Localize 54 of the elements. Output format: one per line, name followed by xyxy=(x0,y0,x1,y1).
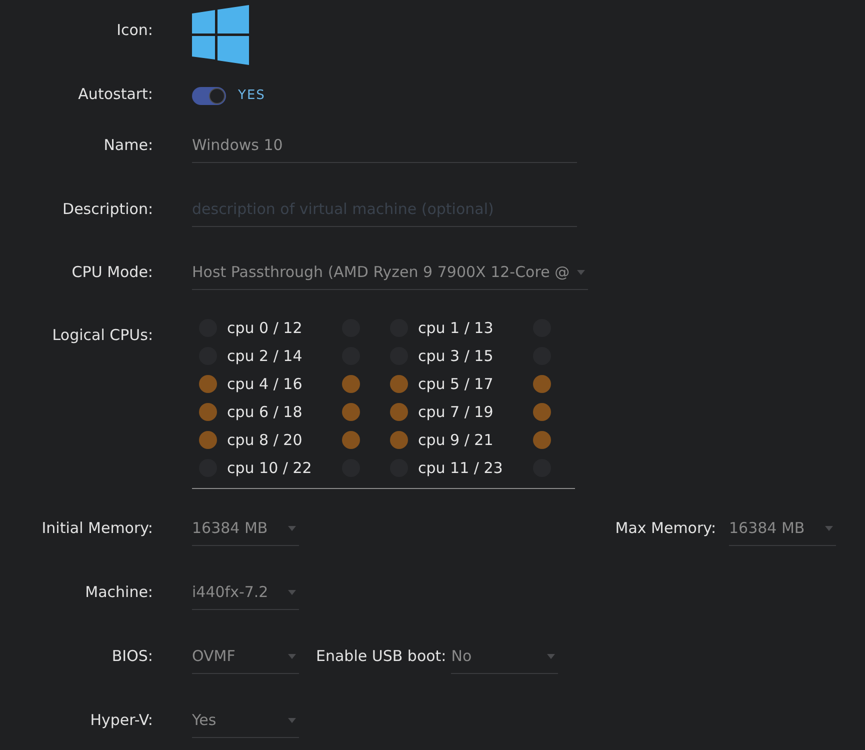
usb-boot-select[interactable]: No xyxy=(451,639,558,674)
cpu-label: cpu 7 / 19 xyxy=(418,403,494,421)
caret-icon xyxy=(288,590,296,594)
machine-label: Machine: xyxy=(84,582,153,601)
name-label: Name: xyxy=(102,135,153,154)
cpu-label: cpu 2 / 14 xyxy=(227,347,304,365)
max-memory-label: Max Memory: xyxy=(615,518,716,537)
cpu-checkbox[interactable] xyxy=(390,431,408,449)
description-label: Description: xyxy=(62,199,153,218)
cpu-checkbox[interactable] xyxy=(199,403,217,421)
cpu-label: cpu 5 / 17 xyxy=(418,375,494,393)
window-logo-icon[interactable] xyxy=(192,5,249,65)
cpu-checkbox[interactable] xyxy=(199,431,217,449)
cpu-mode-select[interactable]: Host Passthrough (AMD Ryzen 9 7900X 12-Core @ xyxy=(192,255,588,290)
initial-memory-select[interactable]: 16384 MB xyxy=(192,511,299,546)
machine-select[interactable]: i440fx-7.2 xyxy=(192,575,299,610)
cpu-label: cpu 4 / 16 xyxy=(227,375,304,393)
cpu-checkbox[interactable] xyxy=(342,375,360,393)
caret-icon xyxy=(288,526,296,530)
usb-boot-label: Enable USB boot: xyxy=(316,646,446,665)
logical-cpus-label: Logical CPUs: xyxy=(51,325,153,344)
name-input[interactable]: Windows 10 xyxy=(192,128,577,163)
icon-label: Icon: xyxy=(116,20,153,39)
initial-memory-label: Initial Memory: xyxy=(40,518,153,537)
cpu-checkbox[interactable] xyxy=(533,403,551,421)
cpu-label: cpu 8 / 20 xyxy=(227,431,304,449)
cpu-label: cpu 1 / 13 xyxy=(418,319,494,337)
max-memory-select[interactable]: 16384 MB xyxy=(729,511,836,546)
caret-icon xyxy=(577,270,585,274)
bios-select[interactable]: OVMF xyxy=(192,639,299,674)
cpu-checkbox[interactable] xyxy=(533,375,551,393)
cpu-checkbox[interactable] xyxy=(199,375,217,393)
cpu-label: cpu 10 / 22 xyxy=(227,459,313,477)
cpu-label: cpu 11 / 23 xyxy=(418,459,504,477)
cpu-checkbox[interactable] xyxy=(390,375,408,393)
autostart-label: Autostart: xyxy=(77,85,153,103)
cpu-checkbox[interactable] xyxy=(390,403,408,421)
cpu-checkbox[interactable] xyxy=(342,431,360,449)
caret-icon xyxy=(825,526,833,530)
cpu-label: cpu 0 / 12 xyxy=(227,319,304,337)
hyper-v-label: Hyper-V: xyxy=(89,710,153,729)
autostart-toggle[interactable] xyxy=(192,87,226,105)
cpu-label: cpu 3 / 15 xyxy=(418,347,494,365)
cpu-mode-label: CPU Mode: xyxy=(70,262,153,281)
bios-label: BIOS: xyxy=(110,646,153,665)
caret-icon xyxy=(547,654,556,658)
autostart-state-text: YES xyxy=(238,88,266,104)
cpu-checkbox[interactable] xyxy=(342,403,360,421)
cpu-label: cpu 6 / 18 xyxy=(227,403,304,421)
hyper-v-select[interactable]: Yes xyxy=(192,703,299,738)
caret-icon xyxy=(288,718,296,722)
cpu-label: cpu 9 / 21 xyxy=(418,431,494,449)
caret-icon xyxy=(288,654,296,658)
cpu-checkbox[interactable] xyxy=(533,431,551,449)
